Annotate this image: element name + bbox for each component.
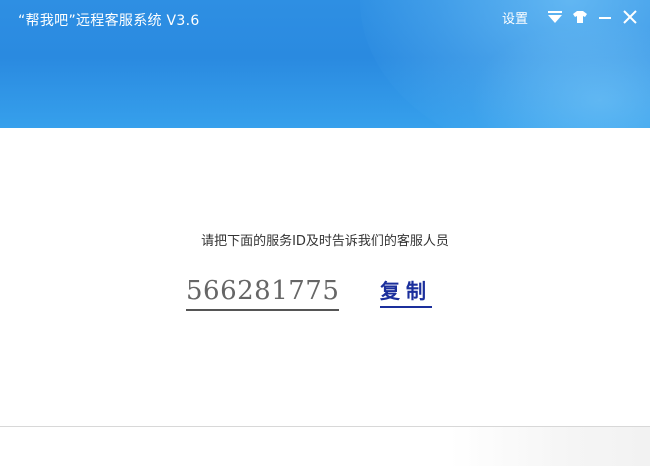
close-icon[interactable]	[620, 7, 640, 27]
instruction-text: 请把下面的服务ID及时告诉我们的客服人员	[201, 234, 449, 249]
window-title: “帮我吧”远程客服系统 V3.6	[18, 13, 200, 29]
shirt-icon[interactable]	[570, 7, 590, 27]
window-controls: 设置	[502, 7, 640, 27]
main-content: 请把下面的服务ID及时告诉我们的客服人员 566281775 复制	[0, 128, 650, 426]
minimize-icon[interactable]	[595, 7, 615, 27]
triangle-down-icon[interactable]	[545, 7, 565, 27]
footer-glow	[450, 427, 650, 466]
app-window: “帮我吧”远程客服系统 V3.6 设置 请把下面的服务ID及时告诉我们的客服人员…	[0, 0, 650, 466]
copy-button[interactable]: 复制	[380, 276, 432, 308]
header-banner: “帮我吧”远程客服系统 V3.6 设置	[0, 0, 650, 128]
service-id-value[interactable]: 566281775	[186, 274, 340, 311]
footer-bar	[0, 427, 650, 466]
settings-button[interactable]: 设置	[502, 8, 528, 27]
